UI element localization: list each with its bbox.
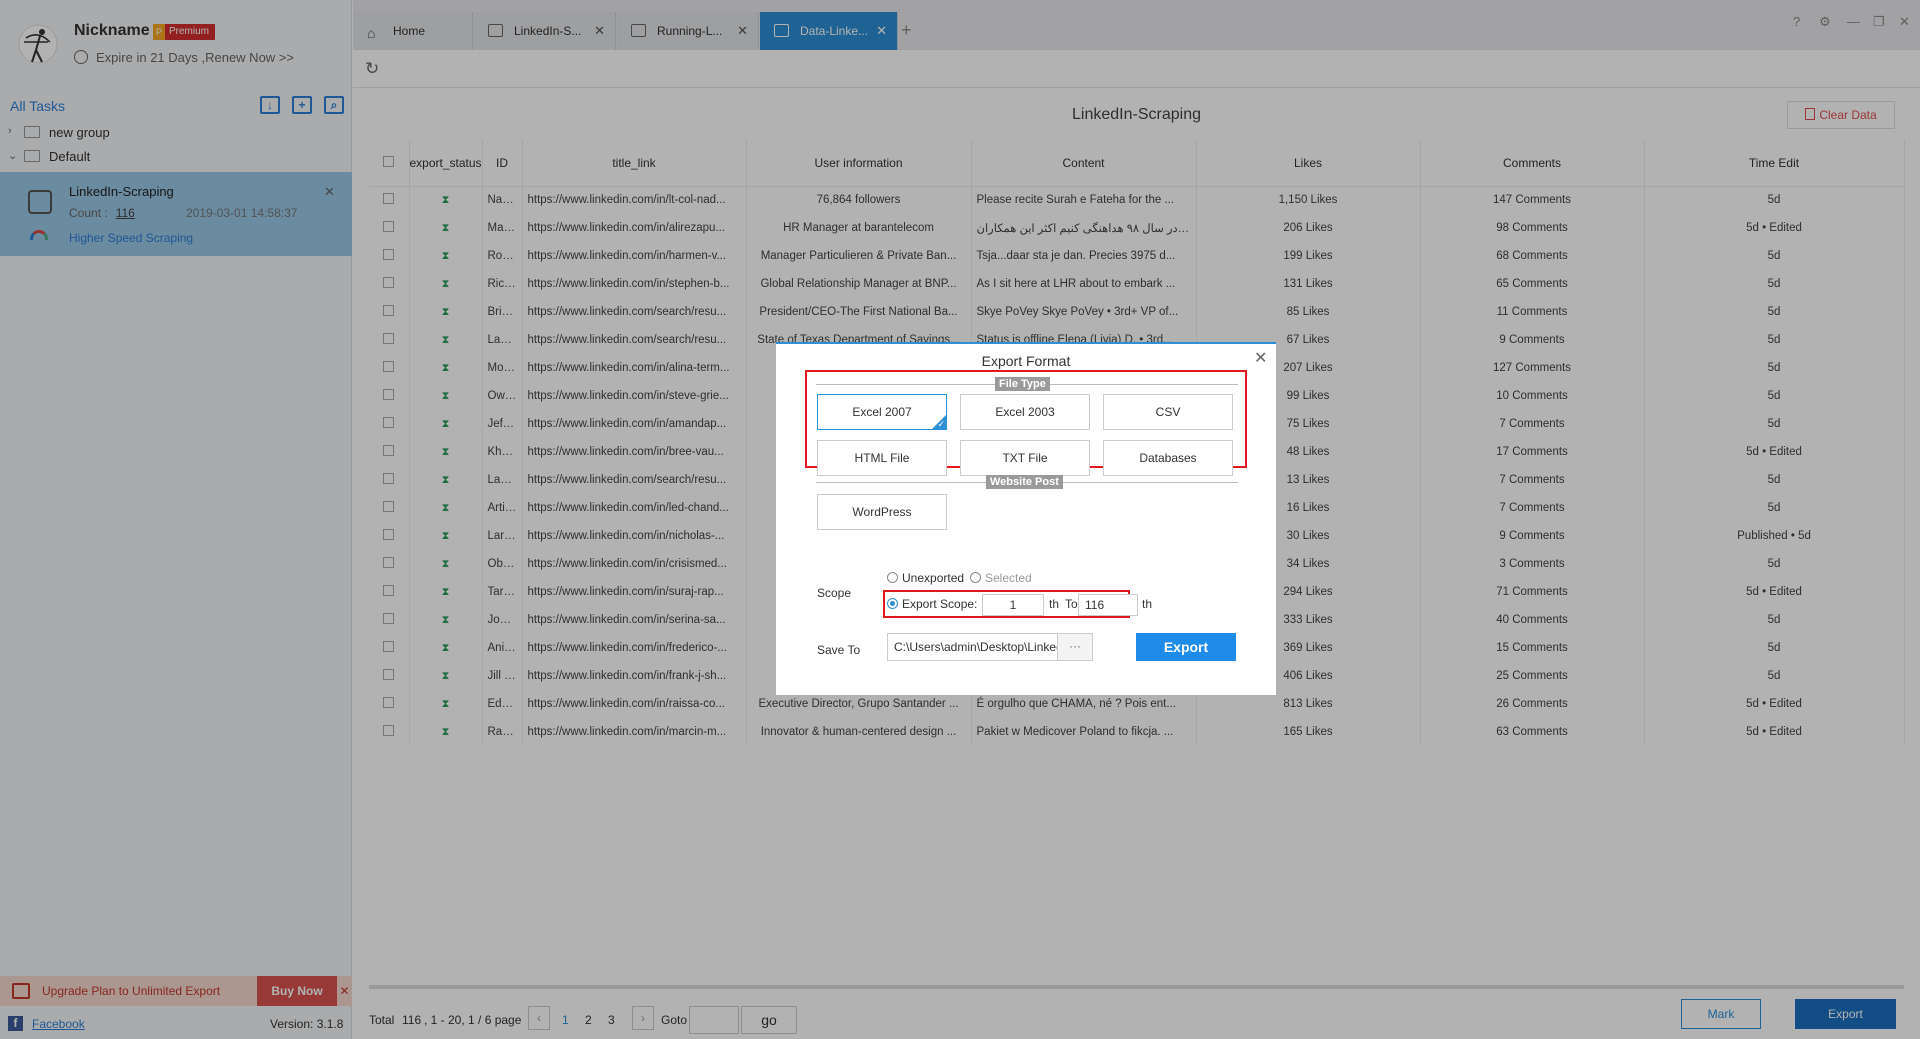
browse-button[interactable]: ···	[1057, 633, 1093, 661]
close-icon[interactable]: ✕	[1254, 348, 1267, 368]
save-path-input[interactable]: C:\Users\admin\Desktop\LinkedIn-S	[887, 633, 1058, 661]
html-file-option[interactable]: HTML File	[817, 440, 947, 476]
radio-icon[interactable]	[970, 572, 981, 584]
scope-label: Scope	[817, 586, 852, 600]
dialog-title: Export Format	[981, 353, 1071, 369]
excel-2007-option[interactable]: Excel 2007 ✓	[817, 394, 947, 430]
website-post-label: Website Post	[986, 475, 1063, 489]
excel-2003-option[interactable]: Excel 2003	[960, 394, 1090, 430]
option-label: Excel 2007	[852, 405, 912, 419]
unexported-radio[interactable]: Unexported	[887, 571, 964, 585]
to-label: To	[1065, 597, 1078, 611]
radio-icon[interactable]	[887, 572, 898, 584]
export-scope-label: Export Scope:	[902, 597, 978, 611]
databases-option[interactable]: Databases	[1103, 440, 1233, 476]
file-type-label: File Type	[995, 377, 1050, 391]
txt-file-option[interactable]: TXT File	[960, 440, 1090, 476]
selected-label: Selected	[985, 571, 1032, 585]
scope-to-input[interactable]: 116	[1078, 594, 1138, 616]
th-label: th	[1142, 597, 1153, 611]
th-label: th	[1049, 597, 1060, 611]
selected-radio[interactable]: Selected	[970, 571, 1032, 585]
radio-icon[interactable]	[887, 598, 898, 610]
export-format-dialog: Export Format ✕ File Type Excel 2007 ✓ Ex…	[776, 342, 1276, 695]
scope-from-input[interactable]: 1	[982, 594, 1044, 616]
dialog-export-button[interactable]: Export	[1136, 633, 1236, 661]
unexported-label: Unexported	[902, 571, 965, 585]
csv-option[interactable]: CSV	[1103, 394, 1233, 430]
checkmark-icon: ✓	[937, 419, 945, 429]
export-scope-radio[interactable]: Export Scope:	[887, 597, 977, 611]
wordpress-option[interactable]: WordPress	[817, 494, 947, 530]
save-to-label: Save To	[817, 643, 861, 657]
